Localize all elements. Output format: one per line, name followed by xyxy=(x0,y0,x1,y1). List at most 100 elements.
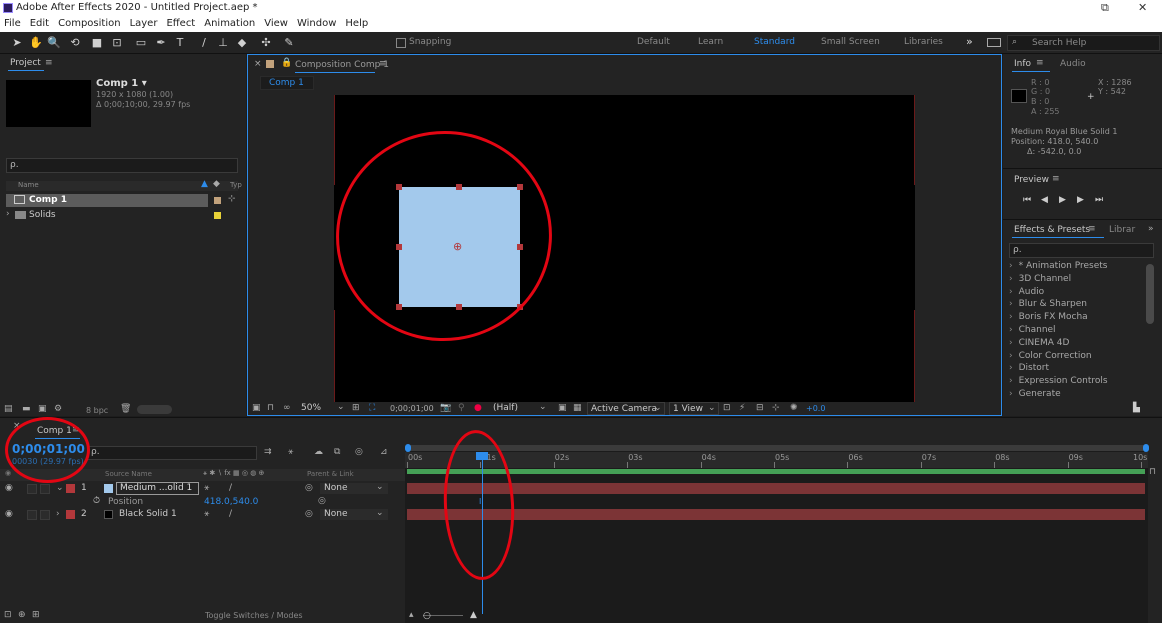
transparency-grid-icon[interactable]: ⛶ xyxy=(369,403,375,413)
pan-behind-tool-icon[interactable]: ⊡ xyxy=(110,36,124,50)
effects-category[interactable]: › Boris FX Mocha xyxy=(1009,312,1088,322)
graph-editor-icon[interactable]: ⊿ xyxy=(380,447,388,457)
adjust-icon[interactable]: ⚙ xyxy=(54,404,62,414)
effects-category[interactable]: › Distort xyxy=(1009,363,1049,373)
audio-tab[interactable]: Audio xyxy=(1060,59,1086,75)
always-preview-icon[interactable]: ▣ xyxy=(252,403,261,413)
layer-switches-icon[interactable]: ⊡ xyxy=(4,610,12,620)
zoom-dropdown[interactable]: 50% ⌄ xyxy=(299,402,347,415)
camera-dropdown[interactable]: Active Camera ⌄ xyxy=(587,402,665,415)
thumbnail-slider[interactable] xyxy=(137,405,172,414)
transfer-controls-icon[interactable]: ⊕ xyxy=(18,610,26,620)
libraries-tab[interactable]: Librar xyxy=(1109,225,1135,241)
brush-tool-icon[interactable]: / xyxy=(197,36,211,50)
project-search-input[interactable]: ρ. xyxy=(6,158,238,173)
pixel-aspect-icon[interactable]: ⊡ xyxy=(723,403,731,413)
label-color-comp[interactable] xyxy=(214,197,221,204)
workspace-libraries[interactable]: Libraries xyxy=(904,37,943,47)
search-help-input[interactable]: ⌕ Search Help xyxy=(1007,35,1160,51)
vr-icon[interactable]: ⊓ xyxy=(267,403,274,413)
effects-category[interactable]: › CINEMA 4D xyxy=(1009,338,1069,348)
layer-bar-2[interactable] xyxy=(407,509,1145,520)
comp-mini-flowchart-icon[interactable]: ⇉ xyxy=(264,447,272,457)
camera-tool-icon[interactable]: ■ xyxy=(90,36,104,50)
panel-menu-icon[interactable]: ≡ xyxy=(1088,224,1096,234)
preview-tab[interactable]: Preview xyxy=(1014,175,1049,191)
exposure-value[interactable]: +0.0 xyxy=(806,404,825,413)
project-item-solids[interactable]: › Solids xyxy=(6,209,208,222)
menu-item[interactable]: View xyxy=(264,18,288,29)
type-tool-icon[interactable]: T xyxy=(173,36,187,50)
snapping-checkbox[interactable] xyxy=(396,38,406,48)
slider-handle[interactable]: ○ xyxy=(423,611,431,621)
layer-bar-1[interactable] xyxy=(407,483,1145,494)
mask-visibility-icon[interactable]: ∞ xyxy=(283,403,291,413)
composition-tab[interactable]: Composition Comp 1 xyxy=(295,60,389,76)
timeline-icon[interactable]: ⊟ xyxy=(756,403,764,413)
first-frame-icon[interactable]: ⏮ xyxy=(1023,195,1031,205)
show-snapshot-icon[interactable]: ⚲ xyxy=(458,403,465,413)
project-item-comp[interactable]: Comp 1 xyxy=(6,194,208,207)
sort-icon[interactable]: ▲ xyxy=(201,179,208,189)
last-frame-icon[interactable]: ⏭ xyxy=(1095,195,1103,205)
menu-item[interactable]: Effect xyxy=(166,18,195,29)
trash-icon[interactable]: 🗑 xyxy=(120,404,131,414)
zoom-in-icon[interactable]: ▲ xyxy=(470,610,477,620)
motion-blur-icon[interactable]: ◎ xyxy=(355,447,363,457)
viewer-timecode[interactable]: 0;00;01;00 xyxy=(390,404,434,413)
comp-flow-breadcrumb[interactable]: Comp 1 xyxy=(260,76,314,90)
menu-item[interactable]: Help xyxy=(345,18,368,29)
effects-presets-tab[interactable]: Effects & Presets xyxy=(1014,225,1090,241)
label-tag-icon[interactable]: ◆ xyxy=(213,179,220,189)
position-value[interactable]: 418.0,540.0 xyxy=(204,497,258,507)
toggle-switches-modes[interactable]: Toggle Switches / Modes xyxy=(205,611,303,620)
panel-more-icon[interactable]: » xyxy=(1148,224,1154,234)
in-out-icon[interactable]: ⊞ xyxy=(32,610,40,620)
rotate-tool-icon[interactable]: ⟲ xyxy=(68,36,82,50)
selection-tool-icon[interactable]: ➤ xyxy=(10,36,24,50)
frame-blending-icon[interactable]: ⧉ xyxy=(334,447,340,457)
zoom-tool-icon[interactable]: 🔍 xyxy=(47,36,61,50)
workspace-learn[interactable]: Learn xyxy=(698,37,723,47)
time-graph[interactable]: 00s 01s 02s 03s 04s 05s 06s 07s 08s 09s 10s I xyxy=(405,444,1149,623)
toggle-transparency-icon[interactable]: ▦ xyxy=(573,403,582,413)
sync-icon[interactable] xyxy=(987,38,1001,47)
panel-menu-icon[interactable]: ≡ xyxy=(379,59,387,69)
workspace-default[interactable]: Default xyxy=(637,37,670,47)
new-comp-icon[interactable]: ▣ xyxy=(38,404,47,414)
close-button[interactable]: ✕ xyxy=(1138,1,1147,14)
comp-name[interactable]: Comp 1 ▾ xyxy=(96,78,147,89)
panel-menu-icon[interactable]: ≡ xyxy=(1036,58,1044,68)
resolution-dropdown[interactable]: (Half) ⌄ xyxy=(491,402,551,415)
fast-previews-icon[interactable]: ⚡ xyxy=(739,403,745,413)
roto-brush-tool-icon[interactable]: ✣ xyxy=(259,36,273,50)
effects-category[interactable]: › Color Correction xyxy=(1009,351,1092,361)
interpret-footage-icon[interactable]: ▤ xyxy=(4,404,13,414)
effects-category[interactable]: › * Animation Presets xyxy=(1009,261,1107,271)
menu-item[interactable]: Window xyxy=(297,18,336,29)
puppet-tool-icon[interactable]: ✎ xyxy=(282,36,296,50)
draft-3d-icon[interactable]: ⚹ xyxy=(288,447,293,457)
zoom-out-icon[interactable]: ▴ xyxy=(409,610,414,620)
layer-row-1[interactable]: ◉ ⌄ 1 Medium ...olid 1 ⚹ / ◎ None ⌄ xyxy=(0,482,405,495)
view-layout-dropdown[interactable]: 1 View ⌄ xyxy=(669,402,719,415)
snapshot-icon[interactable]: 📷 xyxy=(440,403,451,413)
lock-icon[interactable]: 🔒 xyxy=(281,58,292,68)
eraser-tool-icon[interactable]: ◆ xyxy=(235,36,249,50)
new-folder-icon[interactable]: ▬ xyxy=(22,404,31,414)
workspace-more-button[interactable]: » xyxy=(966,35,973,48)
play-icon[interactable]: ▶ xyxy=(1059,195,1066,205)
position-property-row[interactable]: ⏱ Position 418.0,540.0 ◎ xyxy=(0,496,405,508)
stopwatch-icon[interactable]: ⏱ xyxy=(93,496,100,506)
effects-category[interactable]: › Blur & Sharpen xyxy=(1009,299,1087,309)
menu-item[interactable]: File xyxy=(4,18,21,29)
video-toggle-icon[interactable]: ◉ xyxy=(5,469,11,477)
flowchart-icon[interactable]: ⊹ xyxy=(772,403,780,413)
menu-item[interactable]: Edit xyxy=(30,18,49,29)
timeline-search-input[interactable]: ρ. xyxy=(87,446,257,460)
workspace-standard[interactable]: Standard xyxy=(754,37,795,47)
menu-item[interactable]: Layer xyxy=(130,18,158,29)
reset-exposure-icon[interactable]: ✺ xyxy=(790,403,798,413)
label-color-solids[interactable] xyxy=(214,212,221,219)
effects-category[interactable]: › Generate xyxy=(1009,389,1061,399)
